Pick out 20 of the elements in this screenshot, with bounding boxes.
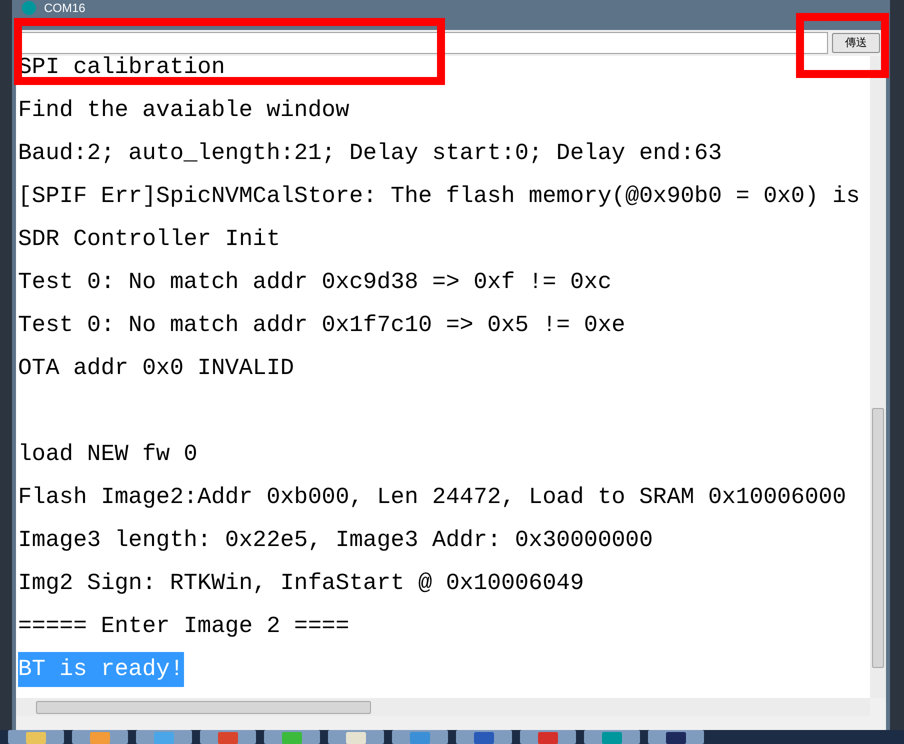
output-line: SDR Controller Init <box>18 225 280 254</box>
horizontal-scrollbar[interactable] <box>16 698 870 716</box>
taskbar-icon[interactable] <box>648 730 704 744</box>
taskbar-icon[interactable] <box>328 730 384 744</box>
output-line: Baud:2; auto_length:21; Delay start:0; Delay end:63 <box>18 139 722 168</box>
vertical-scrollbar[interactable] <box>870 56 886 698</box>
output-line: ===== Enter Image 2 ==== <box>18 612 350 642</box>
app-logo-icon <box>22 1 36 15</box>
output-line: load NEW fw 0 <box>18 440 198 470</box>
output-line: Test 0: No match addr 0x1f7c10 => 0x5 != 0xe <box>18 311 626 340</box>
output-line: [SPIF Err]SpicNVMCalStore: The flash memory(@0x90b0 = 0x0) is <box>18 182 860 212</box>
output-line: Test 0: No match addr 0xc9d38 => 0xf != 0xc <box>18 268 612 298</box>
send-button[interactable]: 傳送 <box>832 33 880 53</box>
output-line: Flash Image2:Addr 0xb000, Len 24472, Load to SRAM 0x10006000 <box>18 483 846 512</box>
output-line: Find the avaiable window <box>18 96 350 126</box>
output-line: OTA addr 0x0 INVALID <box>18 354 294 384</box>
output-line: Img2 Sign: RTKWin, InfaStart @ 0x10006049 <box>18 569 584 598</box>
taskbar-icon[interactable] <box>456 730 512 744</box>
output-line: Image3 length: 0x22e5, Image3 Addr: 0x30000000 <box>18 526 653 556</box>
window-title: COM16 <box>44 1 86 15</box>
